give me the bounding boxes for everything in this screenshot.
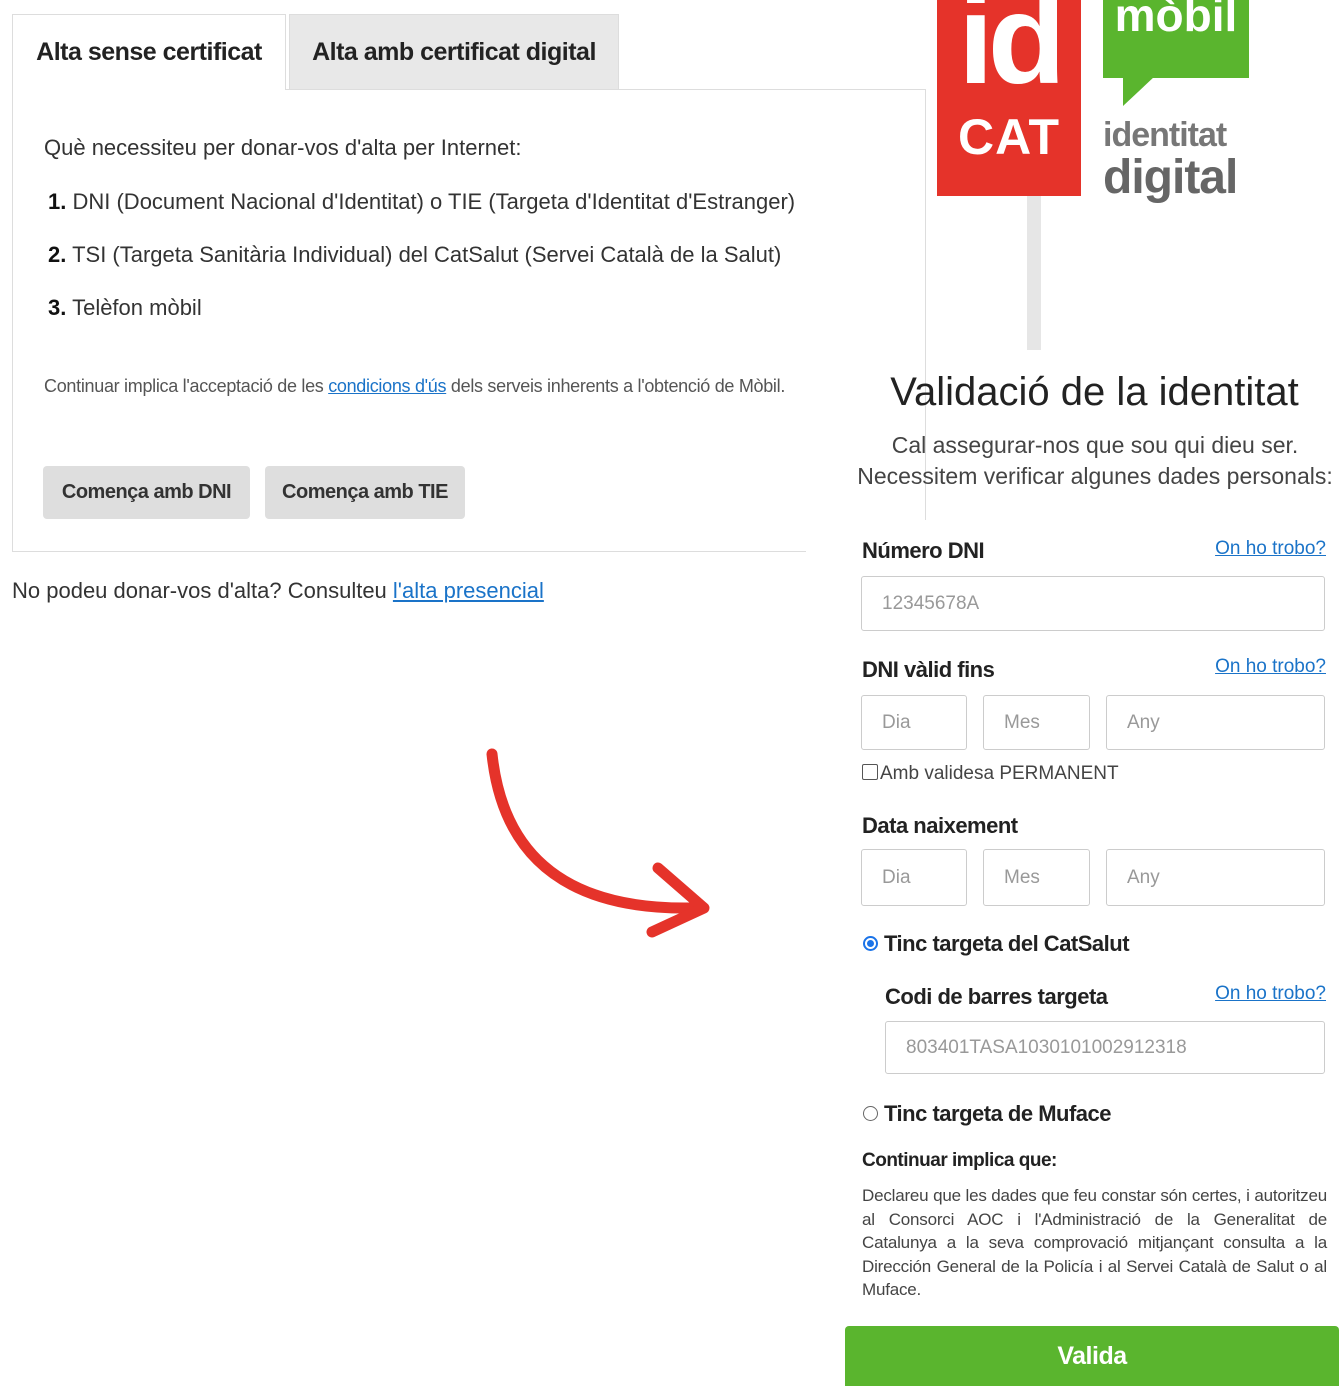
button-label: Valida [1057,1341,1127,1370]
tab-label: Alta amb certificat digital [312,37,596,66]
start-dni-button[interactable]: Comença amb DNI [43,466,250,519]
requirement-item: 2. TSI (Targeta Sanitària Individual) de… [48,242,781,268]
tab-alta-amb-certificat[interactable]: Alta amb certificat digital [289,14,619,90]
continue-heading: Continuar implica que: [862,1150,1057,1171]
catsalut-radio[interactable] [863,936,878,951]
subtitle-line: Necessitem verificar algunes dades perso… [857,463,1333,489]
tab-alta-sense-certificat[interactable]: Alta sense certificat [12,14,286,90]
requirement-number: 2. [48,242,67,267]
terms-notice: Continuar implica l'acceptació de les co… [44,374,824,399]
requirement-text: TSI (Targeta Sanitària Individual) del C… [72,242,782,267]
conditions-link[interactable]: condicions d'ús [328,376,446,396]
valid-month-input[interactable] [983,695,1090,750]
form-subtitle: Cal assegurar-nos que sou qui dieu ser. … [845,430,1339,492]
barcode-label: Codi de barres targeta [885,984,1108,1009]
logo-digital-text: digital [1103,151,1238,204]
requirement-text: DNI (Document Nacional d'Identitat) o TI… [72,189,796,214]
permanent-label: Amb validesa PERMANENT [880,763,1119,784]
birth-date-label: Data naixement [862,813,1018,838]
start-tie-button[interactable]: Comença amb TIE [265,466,465,519]
birth-month-input[interactable] [983,849,1090,906]
birth-day-input[interactable] [861,849,967,906]
valid-year-input[interactable] [1106,695,1325,750]
validate-button[interactable]: Valida [845,1326,1339,1386]
in-person-note: No podeu donar-vos d'alta? Consulteu l'a… [12,578,544,604]
curved-arrow-icon [486,748,710,938]
valid-day-input[interactable] [861,695,967,750]
permanent-checkbox[interactable] [862,764,878,780]
divider-line [1027,196,1041,350]
muface-radio-label: Tinc targeta de Muface [884,1101,1112,1126]
barcode-help-link[interactable]: On ho trobo? [1215,983,1326,1005]
logo-cat-text: CAT [957,109,1061,165]
birth-year-input[interactable] [1106,849,1325,906]
catsalut-radio-label: Tinc targeta del CatSalut [884,931,1130,956]
legal-declaration: Declareu que les dades que feu constar s… [862,1186,1327,1299]
barcode-input[interactable] [885,1021,1325,1074]
requirements-intro: Què necessiteu per donar-vos d'alta per … [44,135,522,160]
button-label: Comença amb DNI [61,481,232,503]
requirement-number: 1. [48,189,67,214]
logo-mobil-text: mòbil [1114,0,1238,41]
logo-id-text: id [958,0,1066,111]
mobil-bubble-tail [1123,76,1155,106]
requirement-item: 3. Telèfon mòbil [48,295,202,321]
requirement-number: 3. [48,295,67,320]
dni-label: Número DNI [862,538,985,563]
requirement-item: 1. DNI (Document Nacional d'Identitat) o… [48,189,795,215]
idcat-logo-block: id CAT [937,0,1081,196]
in-person-text: No podeu donar-vos d'alta? Consulteu [12,578,393,603]
page-title: Validació de la identitat [890,370,1299,414]
requirement-text: Telèfon mòbil [72,295,202,320]
muface-radio[interactable] [863,1106,878,1121]
dni-valid-help-link[interactable]: On ho trobo? [1215,656,1326,678]
dni-valid-label: DNI vàlid fins [862,657,995,682]
subtitle-line: Cal assegurar-nos que sou qui dieu ser. [891,432,1299,458]
tab-label: Alta sense certificat [36,38,262,66]
dni-input[interactable] [861,576,1325,631]
in-person-link[interactable]: l'alta presencial [393,578,544,603]
terms-text: Continuar implica l'acceptació de les [44,376,329,396]
terms-text-end: dels serveis inherents a l'obtenció de M… [446,376,786,396]
dni-help-link[interactable]: On ho trobo? [1215,538,1326,560]
button-label: Comença amb TIE [282,481,448,503]
